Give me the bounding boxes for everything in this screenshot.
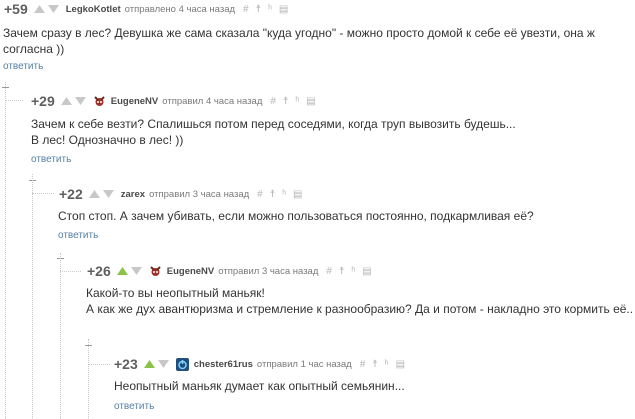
person-icon[interactable]: ☨ (270, 189, 275, 200)
comment-rating: +59 (4, 1, 28, 17)
comment-rating: +22 (59, 186, 83, 202)
save-icon[interactable]: ▤ (396, 359, 405, 370)
downvote-arrow-icon[interactable] (130, 267, 142, 275)
hash-icon[interactable]: # (270, 96, 276, 107)
upvote-arrow-icon[interactable] (116, 267, 128, 275)
comment-timestamp: отправил 3 часа назад (149, 188, 250, 200)
save-icon[interactable]: ▤ (279, 4, 288, 15)
comment-4-header: +26 EugeneNV отправил 3 часа назад # ☨ ʰ… (87, 263, 372, 279)
avatar[interactable] (93, 95, 106, 108)
comment-rating: +29 (31, 93, 55, 109)
avatar[interactable] (175, 357, 189, 371)
downvote-arrow-icon[interactable] (157, 360, 169, 368)
person-icon[interactable]: ☨ (256, 4, 261, 15)
hash-icon[interactable]: # (326, 266, 332, 277)
downvote-arrow-icon[interactable] (102, 190, 114, 198)
share-icon[interactable]: ʰ (282, 189, 286, 200)
reply-link[interactable]: ответить (31, 154, 71, 165)
person-icon[interactable]: ☨ (283, 96, 288, 107)
comment-text-line: Стоп стоп. А зачем убивать, если можно п… (58, 209, 534, 223)
comment-rating: +23 (114, 356, 138, 372)
save-icon[interactable]: ▤ (306, 96, 315, 107)
comment-timestamp: отправил 3 часа назад (218, 265, 319, 277)
downvote-arrow-icon[interactable] (47, 5, 59, 13)
comment-5-header: +23 chester61rus отправил 1 час назад # … (114, 356, 405, 372)
hash-icon[interactable]: # (257, 189, 263, 200)
comment-author[interactable]: LegkoKotlet (66, 4, 121, 15)
comment-text-line: согласна )) (3, 42, 65, 56)
upvote-arrow-icon[interactable] (88, 190, 100, 198)
downvote-arrow-icon[interactable] (74, 97, 86, 105)
person-icon[interactable]: ☨ (339, 266, 344, 277)
thread-line (32, 174, 33, 419)
hash-icon[interactable]: # (360, 359, 366, 370)
comment-author[interactable]: chester61rus (194, 359, 253, 370)
thread-line (60, 253, 61, 419)
thread-branch (88, 364, 110, 365)
thread-branch (5, 100, 23, 101)
upvote-arrow-icon[interactable] (33, 5, 45, 13)
comment-2-header: +29 EugeneNV отправил 4 часа назад # ☨ ʰ… (31, 93, 316, 109)
comment-author[interactable]: EugeneNV (111, 96, 159, 107)
comment-text-line: В лес! Однозначно в лес! )) (31, 133, 184, 147)
person-icon[interactable]: ☨ (372, 359, 377, 370)
reply-link[interactable]: ответить (3, 61, 43, 72)
save-icon[interactable]: ▤ (362, 266, 371, 277)
thread-branch (32, 193, 54, 194)
share-icon[interactable]: ʰ (268, 4, 272, 15)
thread-line (88, 339, 89, 419)
comment-timestamp: отправил 4 часа назад (162, 95, 263, 107)
share-icon[interactable]: ʰ (295, 96, 299, 107)
comment-1-header: +59 LegkoKotlet отправлено 4 часа назад … (4, 1, 288, 17)
upvote-arrow-icon[interactable] (143, 360, 155, 368)
comment-3-header: +22 zarex отправил 3 часа назад # ☨ ʰ ▤ (59, 186, 302, 202)
save-icon[interactable]: ▤ (293, 189, 302, 200)
share-icon[interactable]: ʰ (351, 266, 355, 277)
thread-line (5, 82, 6, 419)
comment-text-line: Зачем к себе везти? Спалишься потом пере… (31, 117, 516, 131)
thread-branch (60, 271, 81, 272)
comment-author[interactable]: EugeneNV (167, 266, 215, 277)
reply-link[interactable]: ответить (58, 230, 98, 241)
comment-text-line: Неопытный маньяк думает как опытный семь… (114, 379, 405, 393)
comment-timestamp: отправлено 4 часа назад (124, 3, 236, 15)
avatar[interactable] (149, 265, 162, 278)
reply-link[interactable]: ответить (114, 401, 154, 412)
comment-text-line: А как же дух авантюризма и стремление к … (86, 302, 634, 316)
comment-author[interactable]: zarex (121, 189, 145, 200)
comment-text-line: Зачем сразу в лес? Девушка же сама сказа… (3, 26, 595, 40)
share-icon[interactable]: ʰ (385, 359, 389, 370)
hash-icon[interactable]: # (243, 4, 249, 15)
comment-timestamp: отправил 1 час назад (256, 358, 352, 370)
comment-text-line: Какой-то вы неопытный маньяк! (86, 286, 265, 300)
comment-rating: +26 (87, 263, 111, 279)
upvote-arrow-icon[interactable] (60, 97, 72, 105)
